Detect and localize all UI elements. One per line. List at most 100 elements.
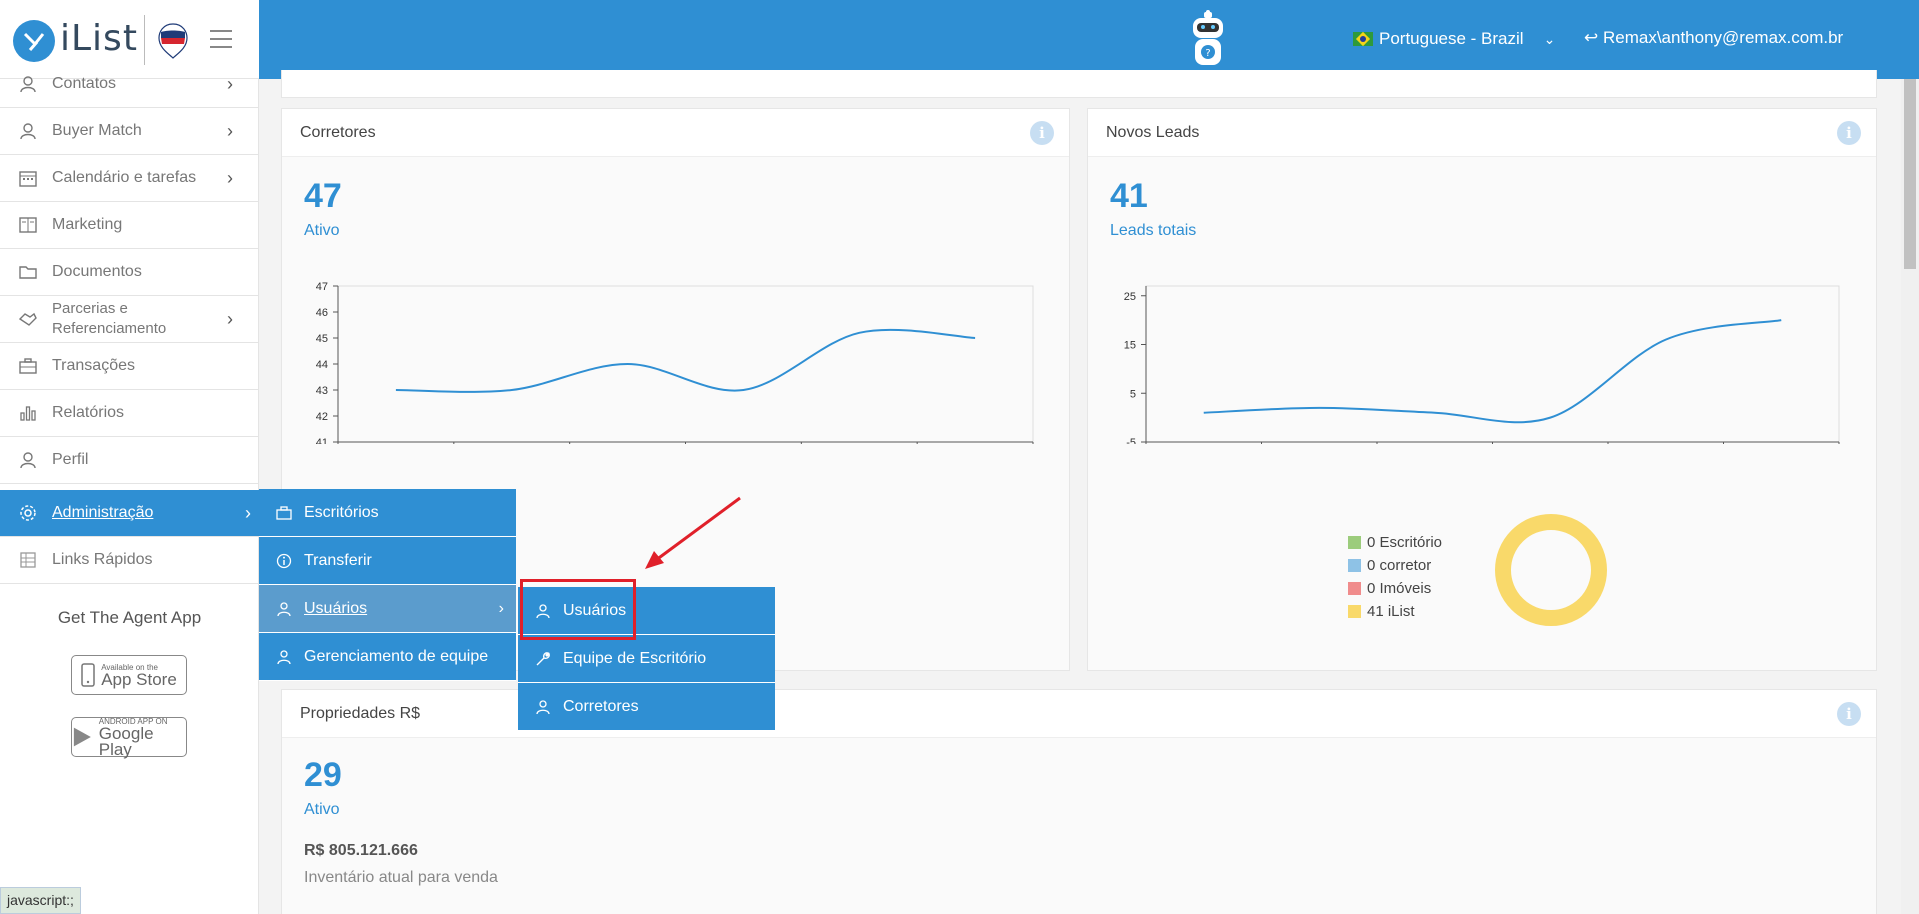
app-store-big: App Store xyxy=(101,669,177,689)
wrench-icon xyxy=(536,651,550,665)
sidebar-item-administracao[interactable]: Administração › xyxy=(0,490,259,537)
sidebar-item-label: Perfil xyxy=(52,451,89,468)
sidebar-item-buyer-match[interactable]: Buyer Match › xyxy=(0,108,259,155)
brazil-flag-icon xyxy=(1353,32,1373,46)
sidebar-item-label: Transações xyxy=(52,357,135,374)
chevron-right-icon: › xyxy=(227,308,233,329)
user-label: Remax\anthony@remax.com.br xyxy=(1602,28,1844,47)
gear-icon xyxy=(20,505,36,521)
logo-text: iList xyxy=(60,18,138,59)
chevron-right-icon: › xyxy=(498,599,504,617)
language-label: Portuguese - Brazil xyxy=(1379,29,1524,48)
legend-label: 41 iList xyxy=(1367,603,1415,620)
novos-leads-card: Novos Leads i 41 Leads totais -551525fev… xyxy=(1087,108,1877,671)
menu-item-gerenciamento[interactable]: Gerenciamento de equipe xyxy=(259,633,516,681)
card-body xyxy=(282,738,1876,914)
menu-item-escritorios[interactable]: Escritórios xyxy=(259,489,516,537)
plot-frame xyxy=(1145,285,1840,443)
series-line xyxy=(1203,319,1782,424)
series-line xyxy=(395,328,976,393)
language-selector[interactable]: Portuguese - Brazil ⌄ xyxy=(1353,29,1555,49)
admin-submenu: Escritórios Transferir Usuários › Gerenc… xyxy=(259,489,516,681)
sidebar-item-label: Marketing xyxy=(52,216,123,233)
legend-item: 0 corretor xyxy=(1348,554,1442,577)
user-icon xyxy=(20,452,36,469)
card-title: Corretores xyxy=(282,109,1069,157)
sidebar-item-label: Documentos xyxy=(52,263,142,280)
inventory-label: Inventário atual para venda xyxy=(304,869,498,886)
sidebar-item-perfil[interactable]: Perfil xyxy=(0,437,259,484)
vertical-scrollbar[interactable] xyxy=(1901,79,1919,914)
sidebar-item-label: Relatórios xyxy=(52,404,125,421)
y-tick-label: 42 xyxy=(316,411,328,423)
sidebar-item-transacoes[interactable]: Transações xyxy=(0,343,259,390)
folder-icon xyxy=(19,266,37,279)
legend-swatch xyxy=(1348,559,1361,572)
info-icon xyxy=(276,553,292,568)
assistant-robot-icon[interactable]: ? xyxy=(1183,10,1233,72)
leads-count: 41 xyxy=(1110,177,1148,215)
menu-item-label: Transferir xyxy=(304,551,372,569)
y-tick-label: 41 xyxy=(316,437,328,444)
legend-item: 0 Escritório xyxy=(1348,531,1442,554)
newspaper-icon xyxy=(19,217,37,233)
menu-item-label: Usuários xyxy=(304,599,368,617)
leads-donut-chart xyxy=(1495,514,1607,626)
sidebar-item-contatos[interactable]: Contatos › xyxy=(0,61,259,108)
sidebar-item-relatorios[interactable]: Relatórios xyxy=(0,390,259,437)
calendar-icon xyxy=(19,171,37,187)
leads-line-chart: -551525fevmarabrmaijunjul xyxy=(1124,285,1840,444)
app-store-badge[interactable]: Available on the App Store xyxy=(71,655,187,695)
chevron-right-icon: › xyxy=(227,120,233,141)
legend-swatch xyxy=(1348,605,1361,618)
leads-legend: 0 Escritório 0 corretor 0 Imóveis 41 iLi… xyxy=(1348,531,1442,623)
corretores-count: 47 xyxy=(304,177,342,215)
bar-chart-icon xyxy=(20,406,36,421)
card-title: Novos Leads xyxy=(1088,109,1876,157)
user-account[interactable]: ↩ Remax\anthony@remax.com.br xyxy=(1584,28,1843,48)
hamburger-menu-icon[interactable] xyxy=(210,30,232,54)
sidebar-item-documentos[interactable]: Documentos xyxy=(0,249,259,296)
y-tick-label: 46 xyxy=(316,307,328,319)
legend-item: 0 Imóveis xyxy=(1348,577,1442,600)
leads-label: Leads totais xyxy=(1110,222,1197,239)
ilist-logo-icon[interactable] xyxy=(13,20,55,62)
phone-icon xyxy=(81,663,95,687)
menu-item-transferir[interactable]: Transferir xyxy=(259,537,516,585)
info-icon[interactable]: i xyxy=(1837,702,1861,726)
y-tick-label: 5 xyxy=(1130,388,1136,400)
menu-item-usuarios[interactable]: Usuários › xyxy=(259,585,516,633)
briefcase-icon xyxy=(19,358,37,374)
google-play-badge[interactable]: ANDROID APP ON Google Play xyxy=(71,717,187,758)
sidebar: Contatos › Buyer Match › Calendário e ta… xyxy=(0,74,259,914)
sidebar-item-label: Administração xyxy=(52,504,154,521)
y-tick-label: -5 xyxy=(1126,437,1136,444)
inventory-value: R$ 805.121.666 xyxy=(304,842,418,859)
donut-slice-ilist xyxy=(1495,514,1607,626)
y-tick-label: 44 xyxy=(316,359,328,371)
legend-label: 0 Escritório xyxy=(1367,534,1443,551)
sidebar-item-label: Parcerias e Referenciamento xyxy=(52,300,167,337)
top-partial-card xyxy=(281,70,1877,98)
links-icon xyxy=(20,552,36,568)
users-icon xyxy=(277,649,291,664)
y-tick-label: 45 xyxy=(316,333,328,345)
highlight-box xyxy=(520,579,636,640)
menu-item-label: Escritórios xyxy=(304,503,379,521)
menu-item-label: Corretores xyxy=(563,697,639,715)
info-icon[interactable]: i xyxy=(1837,121,1861,145)
legend-label: 0 corretor xyxy=(1367,557,1432,574)
sidebar-item-label: Contatos xyxy=(52,75,117,92)
sidebar-item-links-rapidos[interactable]: Links Rápidos xyxy=(0,537,259,584)
chevron-right-icon: › xyxy=(245,502,251,523)
scrollbar-thumb[interactable] xyxy=(1904,79,1916,269)
menu-item-corretores[interactable]: Corretores xyxy=(518,683,775,731)
info-icon[interactable]: i xyxy=(1030,121,1054,145)
user-icon xyxy=(20,123,36,140)
sidebar-item-label: Calendário e tarefas xyxy=(52,169,197,186)
sidebar-item-parcerias[interactable]: Parcerias e Referenciamento › xyxy=(0,296,259,343)
sidebar-item-calendario[interactable]: Calendário e tarefas › xyxy=(0,155,259,202)
sidebar-item-marketing[interactable]: Marketing xyxy=(0,202,259,249)
propriedades-count: 29 xyxy=(304,756,342,794)
menu-item-equipe[interactable]: Equipe de Escritório xyxy=(518,635,775,683)
